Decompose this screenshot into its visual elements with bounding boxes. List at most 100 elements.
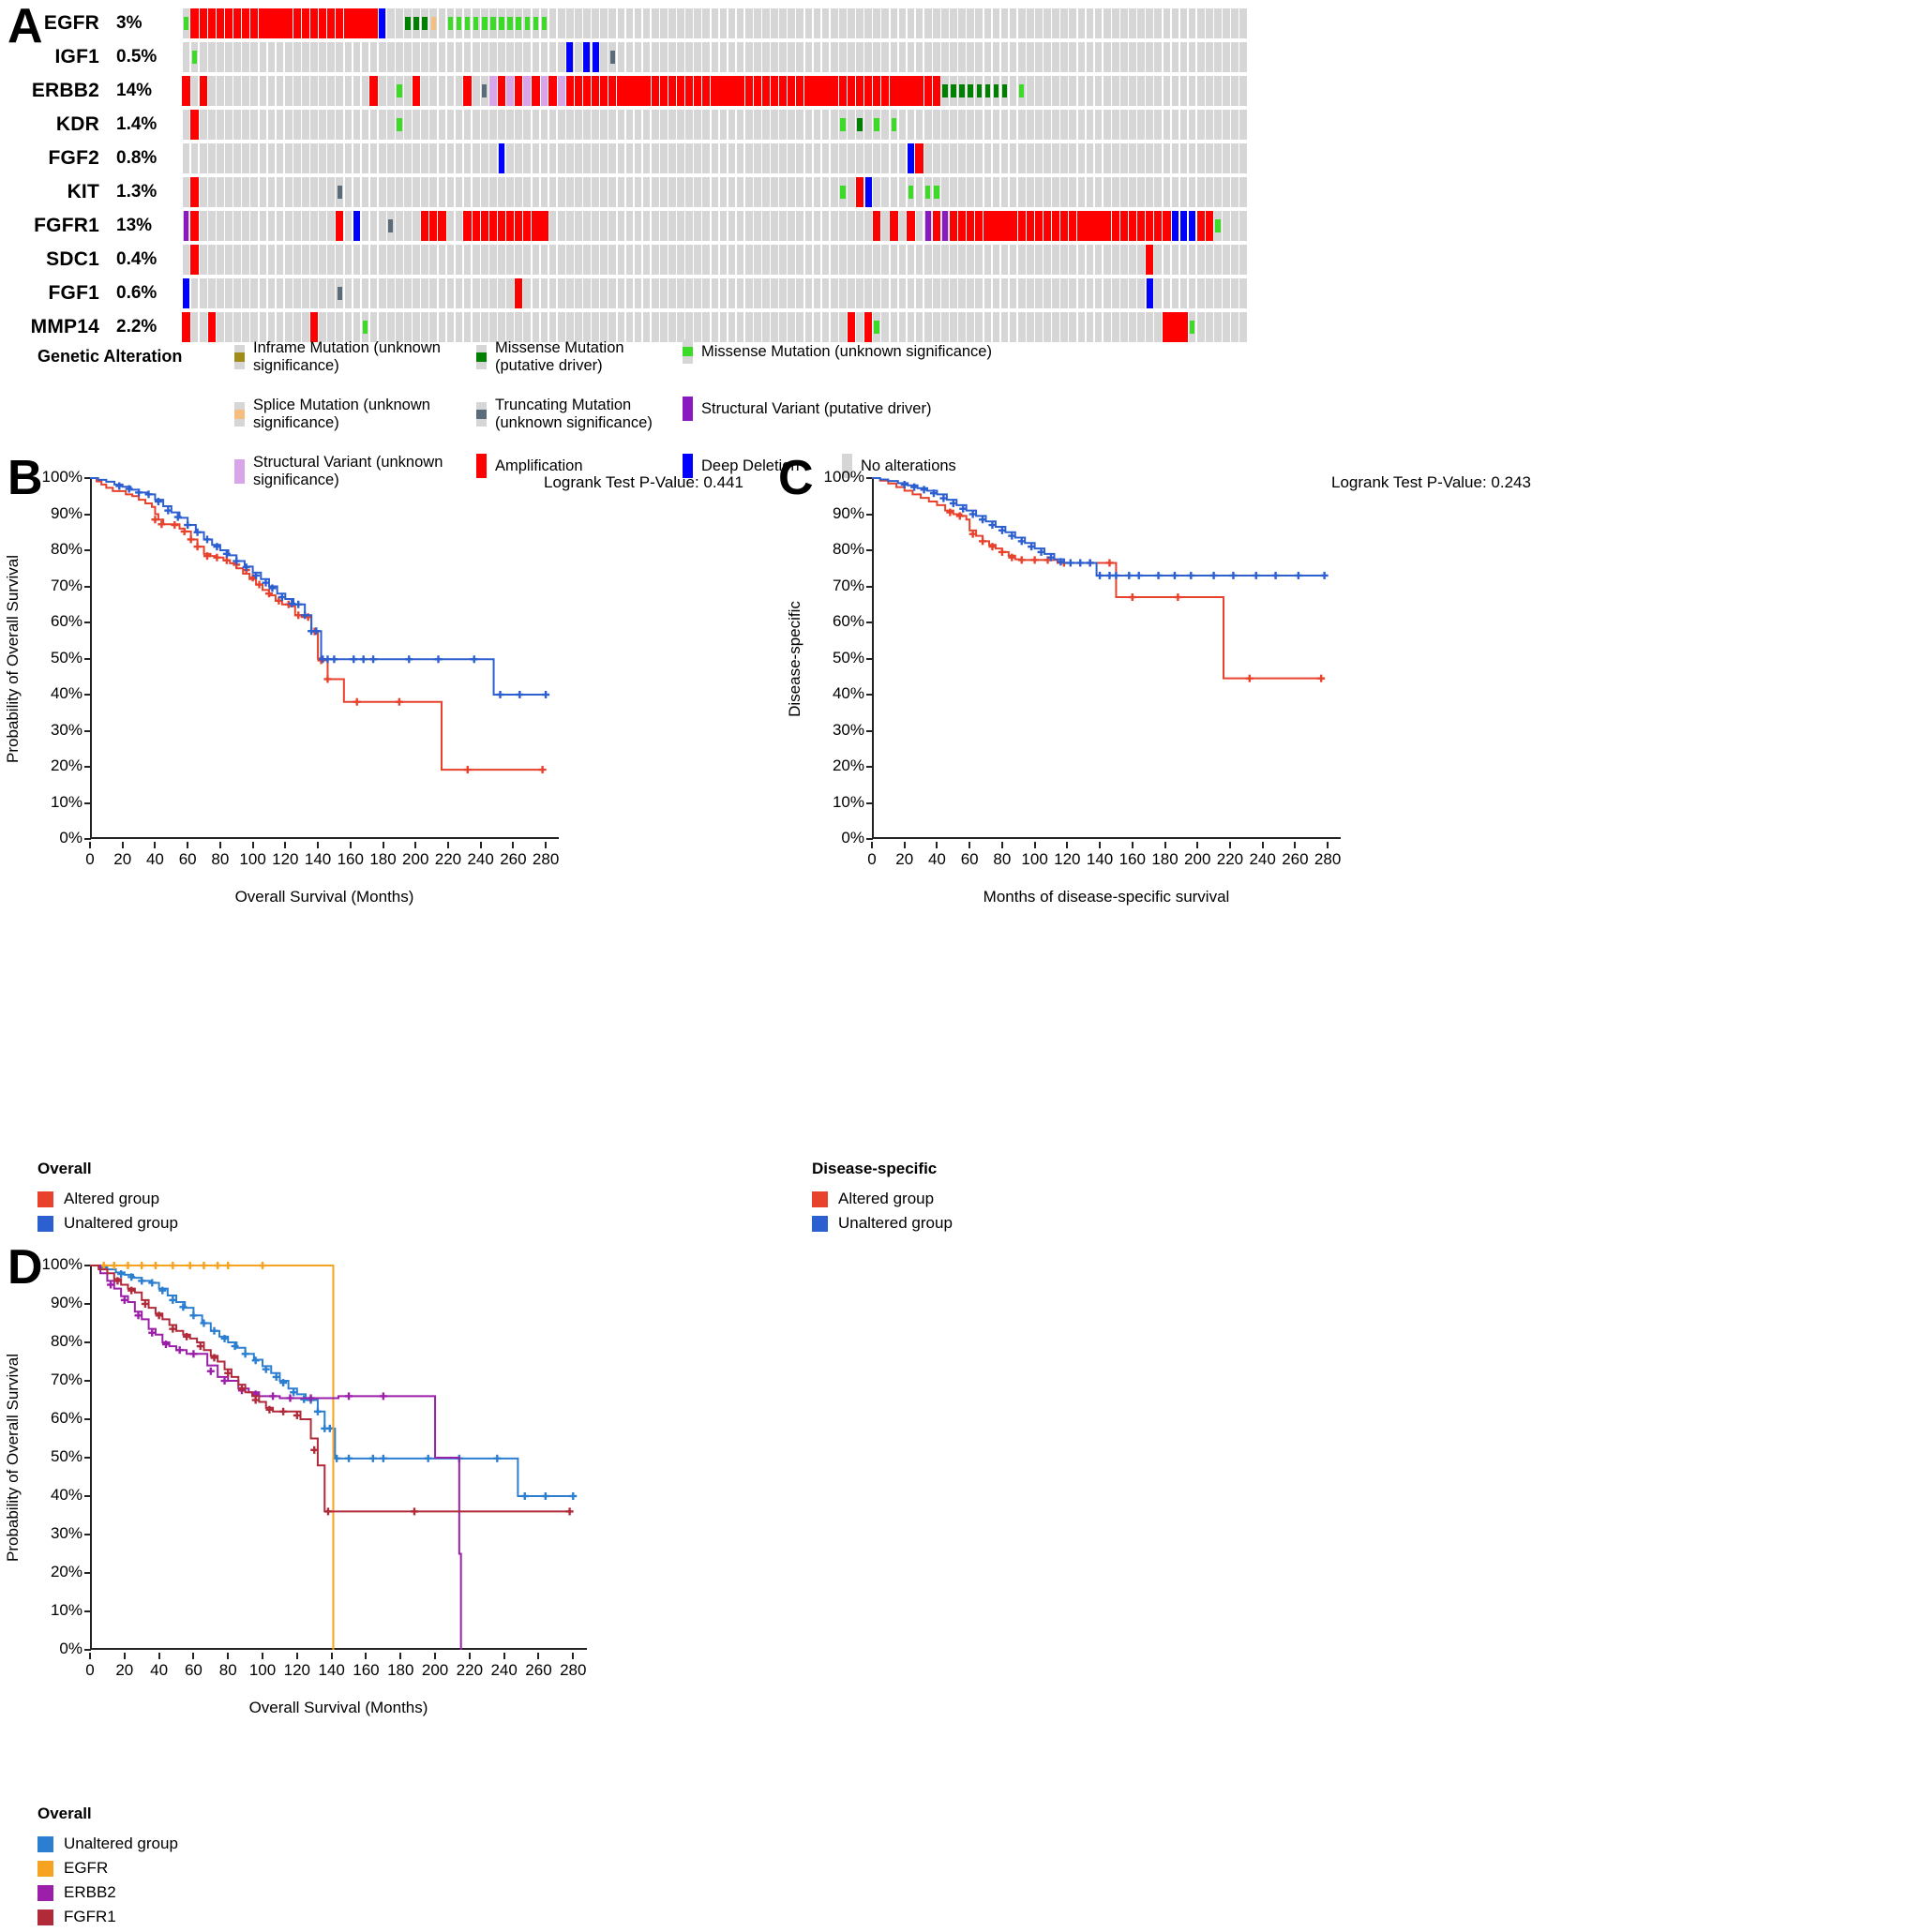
legend-item[interactable]: Unaltered group — [812, 1214, 953, 1233]
oncoprint-cell — [788, 245, 796, 275]
oncoprint-cell — [497, 312, 505, 342]
oncoprint-cell — [659, 211, 668, 241]
oncoprint-cell — [463, 177, 472, 207]
oncoprint-cell — [711, 211, 719, 241]
oncoprint-cell — [949, 312, 957, 342]
oncoprint-track[interactable] — [182, 42, 1247, 72]
oncoprint-cell — [574, 245, 582, 275]
oncoprint-cell — [659, 110, 668, 140]
oncoprint-cell — [1239, 312, 1248, 342]
oncoprint-cell — [1171, 110, 1179, 140]
legend-swatch-icon — [234, 402, 245, 427]
oncoprint-cell — [309, 278, 318, 308]
censor-tick — [1271, 571, 1280, 579]
oncoprint-cell — [386, 278, 395, 308]
oncoprint-cell — [1094, 110, 1103, 140]
oncoprint-cell — [438, 143, 446, 173]
oncoprint-cell — [540, 110, 548, 140]
oncoprint-cell — [1137, 143, 1146, 173]
oncoprint-cell — [455, 143, 463, 173]
oncoprint-cell — [369, 42, 378, 72]
legend-item[interactable]: Unaltered group — [38, 1214, 178, 1233]
oncoprint-cell — [403, 143, 412, 173]
oncoprint-cell — [659, 245, 668, 275]
oncoprint-cell — [923, 177, 932, 207]
legend-item[interactable]: Unaltered group — [38, 1835, 178, 1853]
oncoprint-cell — [625, 278, 634, 308]
oncoprint-cell — [1171, 211, 1179, 241]
oncoprint-cell — [565, 76, 574, 106]
oncoprint-cell — [992, 211, 1000, 241]
oncoprint-cell — [863, 312, 873, 342]
legend-item[interactable]: Altered group — [812, 1190, 953, 1208]
oncoprint-row: EGFR 3% — [0, 7, 1247, 39]
panel-c-legend-title: Disease-specific — [812, 1160, 938, 1177]
oncoprint-cell — [915, 76, 923, 106]
oncoprint-cell — [1077, 211, 1086, 241]
oncoprint-cell — [336, 245, 344, 275]
oncoprint-cell — [395, 8, 403, 38]
oncoprint-track[interactable] — [182, 278, 1247, 308]
oncoprint-cell — [293, 177, 301, 207]
censor-tick — [1076, 559, 1085, 567]
oncoprint-cell — [898, 177, 907, 207]
oncoprint-track[interactable] — [182, 8, 1247, 38]
oncoprint-track[interactable] — [182, 143, 1247, 173]
genetic-alteration-legend-item: Missense Mutation (putative driver) — [476, 339, 683, 375]
oncoprint-cell — [1213, 177, 1222, 207]
oncoprint-cell — [1000, 76, 1009, 106]
legend-item[interactable]: ERBB2 — [38, 1883, 178, 1902]
oncoprint-cell — [1069, 110, 1077, 140]
oncoprint-track[interactable] — [182, 76, 1247, 106]
oncoprint-cell — [233, 8, 242, 38]
oncoprint-cell — [455, 245, 463, 275]
oncoprint-track[interactable] — [182, 177, 1247, 207]
oncoprint-cell — [327, 76, 336, 106]
oncoprint-cell — [1179, 177, 1188, 207]
legend-item-label: Unaltered group — [64, 1214, 178, 1232]
oncoprint-cell — [838, 76, 847, 106]
legend-item[interactable]: Altered group — [38, 1190, 178, 1208]
legend-item-label: Unaltered group — [838, 1214, 953, 1232]
oncoprint-cell — [779, 8, 788, 38]
oncoprint-cell — [190, 312, 199, 342]
oncoprint-cell — [813, 8, 821, 38]
oncoprint-cell — [361, 278, 369, 308]
oncoprint-cell — [1196, 278, 1205, 308]
oncoprint-cell — [378, 211, 386, 241]
oncoprint-cell — [651, 278, 659, 308]
oncoprint-row: IGF1 0.5% — [0, 41, 1247, 73]
oncoprint-cell — [472, 211, 480, 241]
oncoprint-cell — [446, 110, 455, 140]
oncoprint-cell — [378, 245, 386, 275]
oncoprint-cell — [625, 76, 634, 106]
oncoprint-cell — [753, 312, 761, 342]
oncoprint-cell — [506, 177, 515, 207]
oncoprint-cell — [770, 8, 778, 38]
oncoprint-cell — [668, 8, 676, 38]
oncoprint-cell — [259, 177, 267, 207]
oncoprint-cell — [1052, 8, 1060, 38]
oncoprint-track[interactable] — [182, 211, 1247, 241]
oncoprint-cell — [224, 177, 233, 207]
oncoprint-cell — [472, 8, 480, 38]
oncoprint-cell — [770, 76, 779, 106]
legend-item[interactable]: EGFR — [38, 1859, 178, 1878]
oncoprint-track[interactable] — [182, 312, 1247, 342]
oncoprint-cell — [711, 245, 719, 275]
oncoprint-track[interactable] — [182, 110, 1247, 140]
oncoprint-cell — [608, 211, 617, 241]
oncoprint-cell — [676, 245, 684, 275]
oncoprint-cell — [182, 245, 190, 275]
oncoprint-cell — [923, 245, 932, 275]
censor-tick — [214, 1262, 222, 1269]
oncoprint-cell — [506, 312, 515, 342]
oncoprint-cell — [182, 42, 190, 72]
oncoprint-cell — [1086, 245, 1094, 275]
legend-item[interactable]: FGFR1 — [38, 1908, 178, 1926]
oncoprint-track[interactable] — [182, 245, 1247, 275]
oncoprint-cell — [276, 177, 284, 207]
oncoprint-cell — [309, 312, 319, 342]
oncoprint-cell — [1205, 211, 1213, 241]
oncoprint-cell — [429, 177, 438, 207]
